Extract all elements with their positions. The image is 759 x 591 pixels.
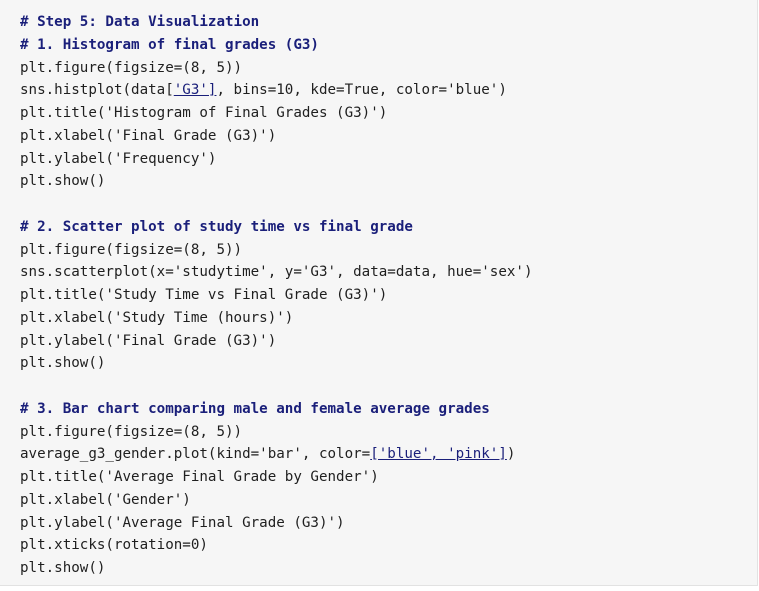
code-line-bar-xticks: plt.xticks(rotation=0) (20, 537, 208, 554)
code-comment-bar: # 3. Bar chart comparing male and female… (20, 400, 490, 417)
code-line-bar-show: plt.show() (20, 560, 106, 576)
code-line-scatterplot: sns.scatterplot(x='studytime', y='G3', d… (20, 264, 533, 281)
code-line-hist-xlabel: plt.xlabel('Final Grade (G3)') (20, 127, 277, 144)
code-line-bar-title: plt.title('Average Final Grade by Gender… (20, 469, 379, 485)
code-comment-scatter: # 2. Scatter plot of study time vs final… (20, 218, 413, 235)
code-line-scatter-xlabel: plt.xlabel('Study Time (hours)') (20, 309, 294, 326)
histplot-link[interactable]: 'G3'] (174, 82, 217, 98)
bar-plot-prefix: average_g3_gender.plot(kind='bar', color… (20, 446, 371, 463)
code-line-scatter-ylabel: plt.ylabel('Final Grade (G3)') (20, 332, 277, 349)
histplot-prefix: sns.histplot(data[ (20, 82, 174, 99)
code-line-hist-title: plt.title('Histogram of Final Grades (G3… (20, 105, 388, 121)
code-comment-histogram: # 1. Histogram of final grades (G3) (20, 36, 319, 53)
code-line-bar-ylabel: plt.ylabel('Average Final Grade (G3)') (20, 514, 345, 531)
bar-plot-suffix: ) (506, 446, 516, 463)
code-line-hist-figure: plt.figure(figsize=(8, 5)) (20, 59, 243, 76)
code-line-scatter-title: plt.title('Study Time vs Final Grade (G3… (20, 287, 388, 303)
code-line-bar-plot: average_g3_gender.plot(kind='bar', color… (20, 443, 757, 466)
bar-plot-color-link[interactable]: ['blue', 'pink'] (370, 446, 507, 462)
code-line-scatter-figure: plt.figure(figsize=(8, 5)) (20, 241, 243, 258)
code-line-histplot: sns.histplot(data['G3'], bins=10, kde=Tr… (20, 79, 757, 102)
code-line-bar-xlabel: plt.xlabel('Gender') (20, 491, 191, 508)
code-line-hist-ylabel: plt.ylabel('Frequency') (20, 150, 217, 167)
code-line-hist-show: plt.show() (20, 173, 106, 190)
code-line-bar-figure: plt.figure(figsize=(8, 5)) (20, 423, 243, 440)
code-line-scatter-show: plt.show() (20, 355, 106, 372)
code-block[interactable]: # Step 5: Data Visualization # 1. Histog… (0, 0, 758, 586)
code-comment-step: # Step 5: Data Visualization (20, 14, 260, 30)
histplot-suffix: , bins=10, kde=True, color='blue') (216, 82, 507, 99)
